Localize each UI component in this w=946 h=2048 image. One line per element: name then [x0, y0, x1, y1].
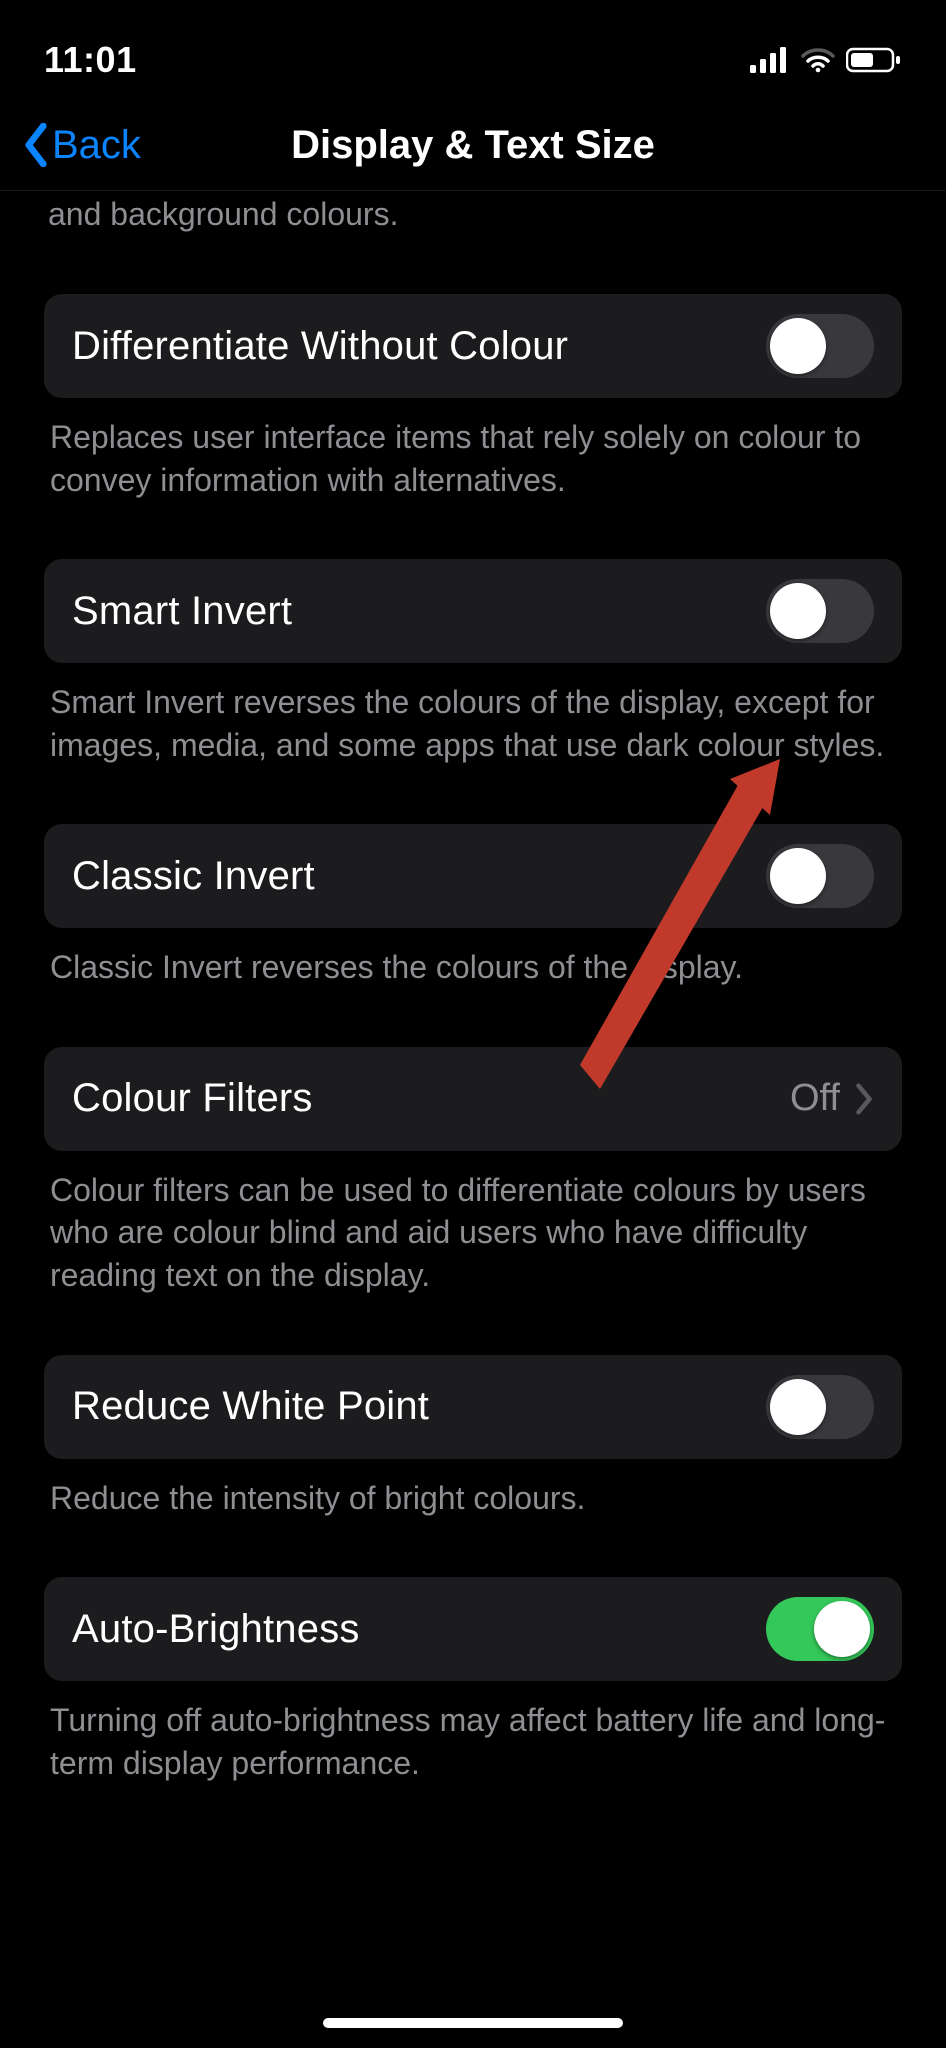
group-smart-invert: Smart Invert Smart Invert reverses the c…	[44, 559, 902, 766]
back-label: Back	[52, 123, 141, 168]
group-colour-filters: Colour Filters Off Colour filters can be…	[44, 1047, 902, 1297]
cell-label: Classic Invert	[72, 854, 315, 899]
cell-label: Reduce White Point	[72, 1384, 429, 1429]
cell-colour-filters[interactable]: Colour Filters Off	[44, 1047, 902, 1151]
cell-value: Off	[790, 1077, 840, 1120]
cell-classic-invert[interactable]: Classic Invert	[44, 824, 902, 928]
group-desc: Turning off auto-brightness may affect b…	[44, 1681, 902, 1784]
toggle-differentiate[interactable]	[766, 314, 874, 378]
group-desc: Colour filters can be used to differenti…	[44, 1151, 902, 1297]
group-desc: Replaces user interface items that rely …	[44, 398, 902, 501]
cell-label: Auto-Brightness	[72, 1607, 360, 1652]
toggle-classic-invert[interactable]	[766, 844, 874, 908]
home-indicator	[323, 2018, 623, 2028]
chevron-right-icon	[854, 1082, 874, 1116]
status-time: 11:01	[44, 39, 137, 81]
status-bar: 11:01	[0, 0, 946, 100]
group-desc-partial: and background colours.	[44, 191, 902, 236]
group-desc: Reduce the intensity of bright colours.	[44, 1459, 902, 1520]
cell-reduce-white-point[interactable]: Reduce White Point	[44, 1355, 902, 1459]
group-reduce-white-point: Reduce White Point Reduce the intensity …	[44, 1355, 902, 1520]
cell-smart-invert[interactable]: Smart Invert	[44, 559, 902, 663]
toggle-auto-brightness[interactable]	[766, 1597, 874, 1661]
cell-label: Differentiate Without Colour	[72, 324, 568, 369]
group-classic-invert: Classic Invert Classic Invert reverses t…	[44, 824, 902, 989]
group-desc: Smart Invert reverses the colours of the…	[44, 663, 902, 766]
nav-bar: Back Display & Text Size	[0, 100, 946, 190]
cell-label: Colour Filters	[72, 1076, 313, 1121]
chevron-left-icon	[22, 123, 50, 167]
toggle-reduce-white-point[interactable]	[766, 1375, 874, 1439]
group-differentiate: Differentiate Without Colour Replaces us…	[44, 294, 902, 501]
cell-differentiate[interactable]: Differentiate Without Colour	[44, 294, 902, 398]
status-icons	[750, 47, 902, 73]
cell-auto-brightness[interactable]: Auto-Brightness	[44, 1577, 902, 1681]
page-title: Display & Text Size	[0, 123, 946, 168]
battery-icon	[846, 47, 902, 73]
group-auto-brightness: Auto-Brightness Turning off auto-brightn…	[44, 1577, 902, 1784]
group-desc: Classic Invert reverses the colours of t…	[44, 928, 902, 989]
cell-label: Smart Invert	[72, 589, 292, 634]
toggle-smart-invert[interactable]	[766, 579, 874, 643]
cellular-icon	[750, 47, 790, 73]
back-button[interactable]: Back	[0, 123, 141, 168]
wifi-icon	[800, 47, 836, 73]
